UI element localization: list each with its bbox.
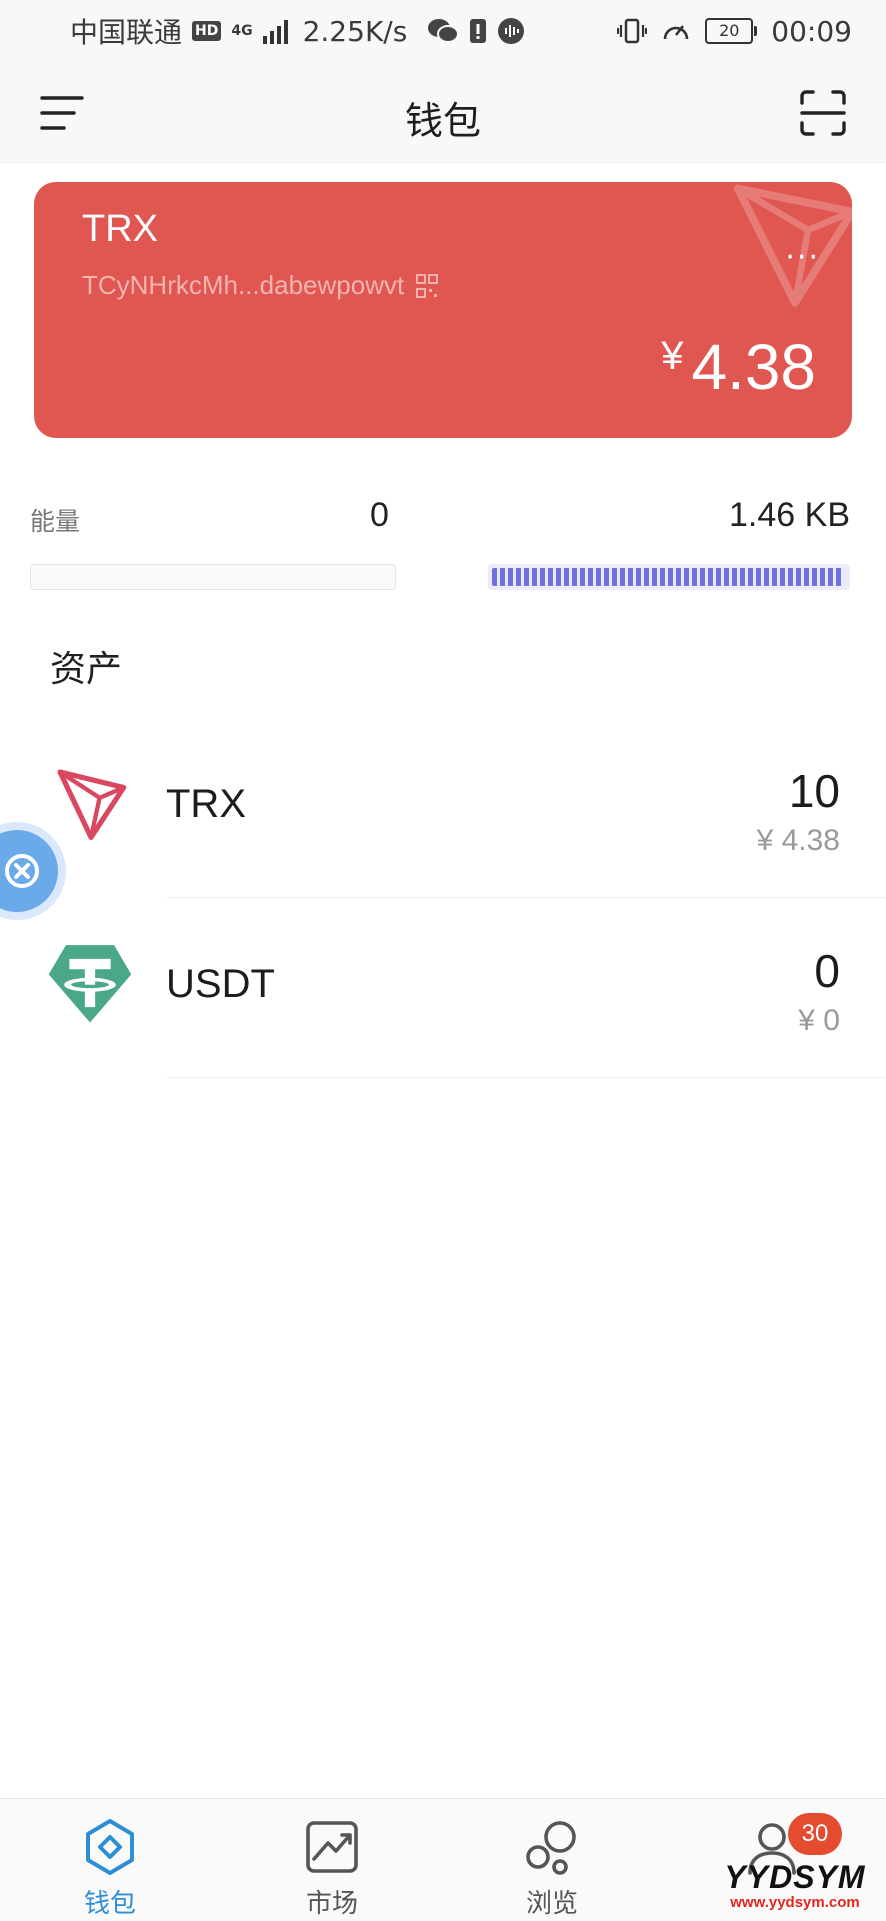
battery-level: 20 (719, 21, 740, 40)
bandwidth-progress-bar (488, 564, 850, 590)
watermark-logo: YYDSYM www.yydsym.com (704, 1860, 886, 1920)
tron-logo-icon (57, 769, 127, 840)
battery-icon: 20 (705, 18, 758, 44)
divider (166, 1077, 886, 1078)
currency-symbol: ¥ (661, 334, 684, 378)
status-right: 20 00:09 (617, 12, 852, 50)
watermark-brand: YYDSYM (724, 1859, 866, 1895)
browse-bubbles-icon (526, 1821, 576, 1875)
signal-icon (262, 20, 288, 44)
asset-fiat-value: ¥ 0 (798, 1004, 840, 1037)
network-label: 4G (231, 23, 253, 39)
tether-logo-icon (48, 945, 132, 1023)
close-icon (5, 854, 39, 888)
wallet-balance: ¥ 4.38 (661, 330, 816, 404)
asset-name: USDT (166, 962, 275, 1006)
more-options-icon[interactable]: ··· (785, 240, 820, 275)
balance-amount: 4.38 (691, 331, 816, 403)
qr-code-icon[interactable] (416, 273, 439, 298)
voice-icon (498, 18, 525, 44)
scan-icon[interactable] (798, 88, 848, 138)
asset-row-trx[interactable]: TRX 10 ¥ 4.38 (0, 720, 886, 898)
asset-fiat-value: ¥ 4.38 (756, 824, 840, 857)
network-speed: 2.25K/s (302, 14, 408, 48)
page-title: 钱包 (404, 99, 481, 143)
asset-row-usdt[interactable]: USDT 0 ¥ 0 (0, 900, 886, 1078)
wallet-address[interactable]: TCyNHrkcMh...dabewpowvt (82, 270, 439, 301)
wechat-icon (428, 19, 460, 43)
market-chart-icon (306, 1821, 358, 1873)
asset-name: TRX (166, 782, 246, 826)
tab-browse[interactable]: 浏览 (472, 1799, 632, 1921)
divider (166, 897, 886, 898)
asset-amount: 0 (814, 945, 840, 997)
wallet-name: TRX (82, 208, 158, 250)
alert-icon (470, 19, 487, 43)
status-bar: 中国联通 HD 4G 2.25K/s 20 00:09 (0, 0, 886, 62)
hd-badge: HD (192, 21, 222, 41)
energy-value: 0 (370, 496, 389, 534)
clock: 00:09 (771, 14, 852, 48)
tab-market[interactable]: 市场 (252, 1799, 412, 1921)
notification-badge: 30 (788, 1813, 842, 1855)
vibrate-icon (617, 18, 648, 44)
app-header: 钱包 (0, 62, 886, 163)
watermark-url: www.yydsym.com (730, 1894, 860, 1911)
wallet-icon (86, 1819, 134, 1875)
wallet-card[interactable]: TRX TCyNHrkcMh...dabewpowvt ··· ¥ 4.38 (34, 182, 852, 438)
asset-amount: 10 (788, 765, 840, 817)
energy-progress-bar (30, 564, 396, 590)
carrier-label: 中国联通 (70, 16, 183, 49)
bandwidth-progress-fill (492, 568, 843, 586)
tab-label: 市场 (305, 1889, 358, 1919)
speedometer-icon (663, 25, 689, 40)
wallet-address-text: TCyNHrkcMh...dabewpowvt (82, 270, 405, 300)
status-left: 中国联通 HD 4G 2.25K/s (70, 12, 525, 50)
energy-label: 能量 (30, 507, 81, 536)
bandwidth-value: 1.46 KB (729, 496, 850, 534)
floating-assistant-button[interactable] (0, 822, 66, 920)
tab-label: 浏览 (525, 1889, 578, 1919)
assets-title: 资产 (50, 649, 123, 690)
tab-wallet[interactable]: 钱包 (30, 1799, 190, 1921)
tab-label: 钱包 (83, 1889, 136, 1919)
